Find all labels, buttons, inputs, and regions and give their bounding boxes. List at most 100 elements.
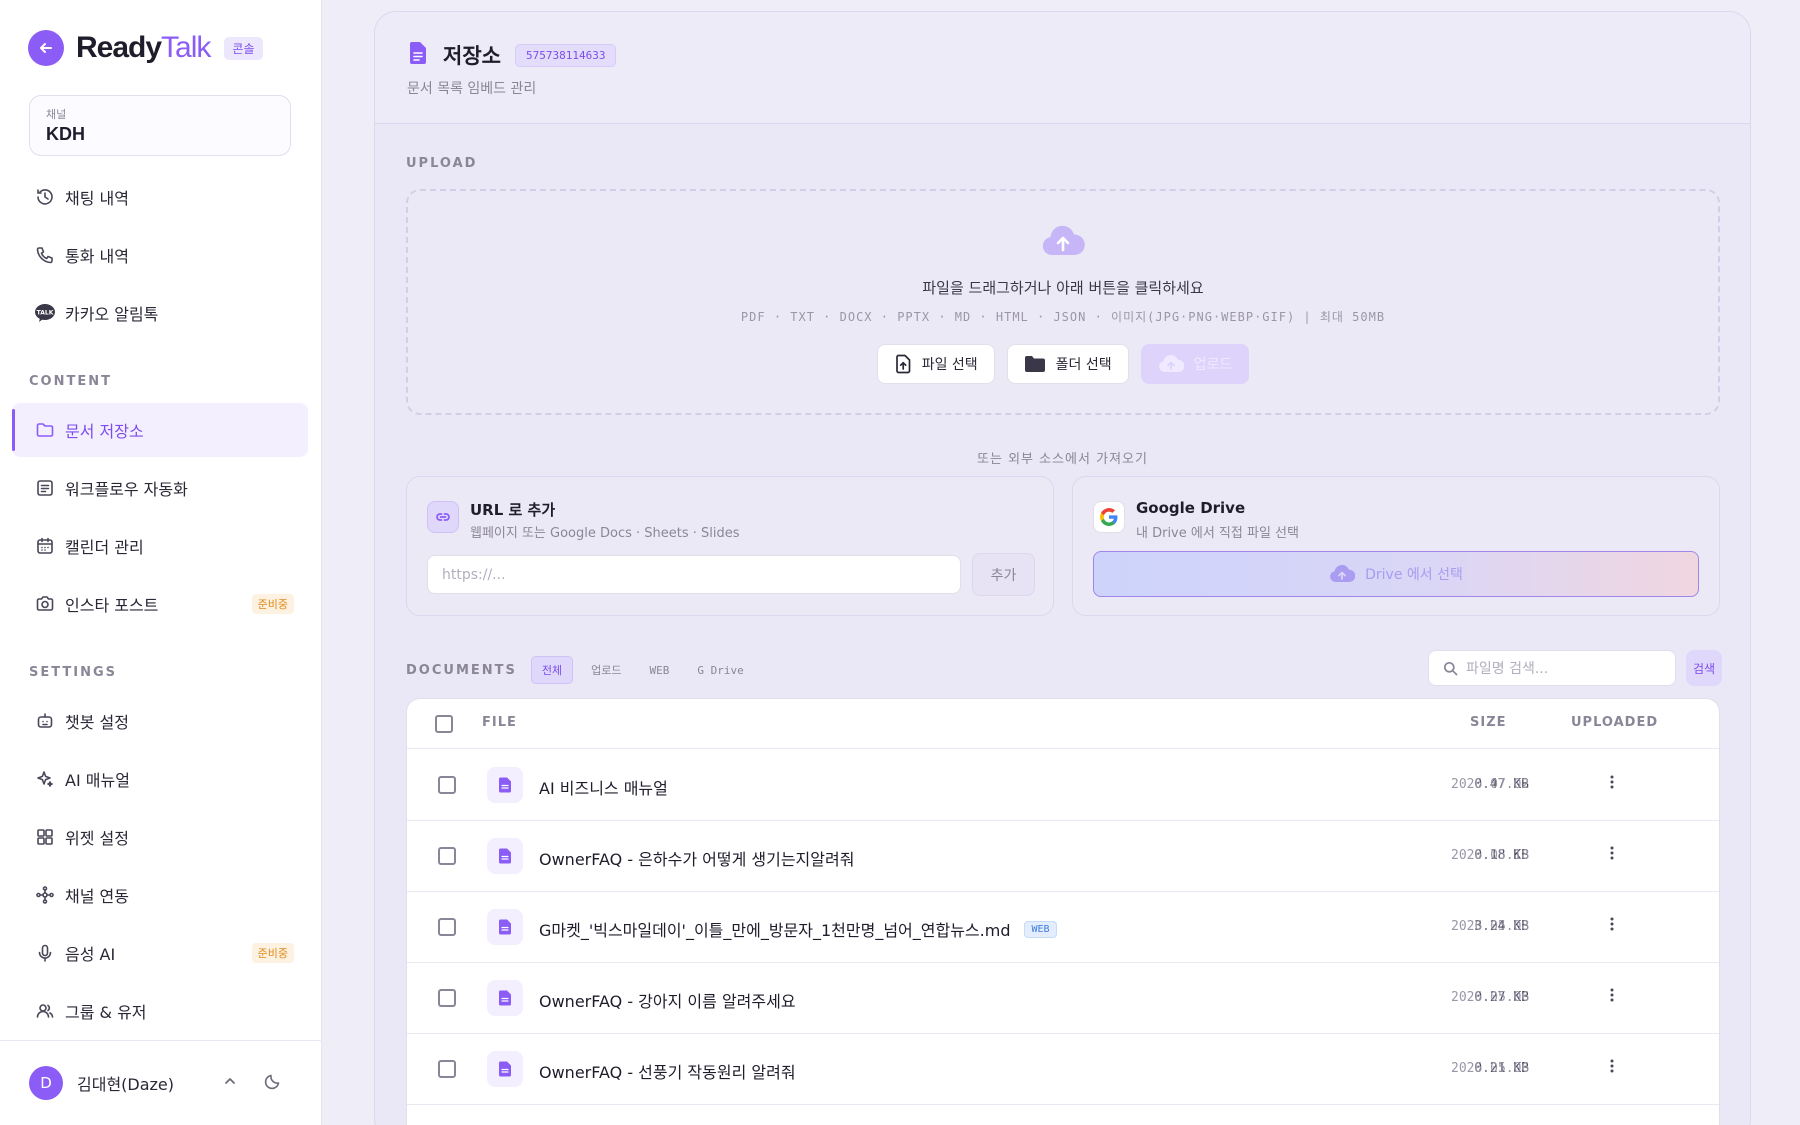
document-storage-panel: 저장소 575738114633 문서 목록 임베드 관리 UPLOAD 파일을… [374, 11, 1751, 1125]
file-name-cell[interactable]: G마켓_'빅스마일데이'_이틀_만에_방문자_1천만명_넘어_연합뉴스.md WE… [539, 917, 1057, 941]
camera-icon [34, 593, 56, 615]
table-row[interactable]: AI 비즈니스 매뉴얼 0.47 KB 2026.07.02 [407, 750, 1719, 821]
table-row[interactable]: G마켓_'빅스마일데이'_이틀_만에_방문자_1천만명_넘어_연합뉴스.md WE… [407, 892, 1719, 963]
bot-icon [34, 710, 56, 732]
filter-all[interactable]: 전체 [530, 656, 574, 684]
table-row[interactable]: OwnerFAQ - 선풍기 작동원리 알려줘 0.21 KB 2026.05.06 [407, 1034, 1719, 1105]
upload-button[interactable]: 업로드 [1140, 344, 1250, 384]
upload-date: 2026.05.18 [1451, 848, 1530, 863]
cloud-upload-icon [1041, 225, 1085, 263]
file-search-input[interactable]: 파일명 검색... [1428, 650, 1676, 686]
coming-soon-badge: 준비중 [251, 943, 294, 963]
sidebar-item-groups-users[interactable]: 그룹 & 유저 [12, 984, 308, 1038]
sidebar-item-ai-manual[interactable]: AI 매뉴얼 [12, 752, 308, 806]
user-profile[interactable]: D 김대현(Daze) [0, 1040, 322, 1125]
table-row[interactable]: OwnerFAQ - 강아지 이름 알려주세요 0.27 KB 2026.05.06 [407, 963, 1719, 1034]
back-button[interactable] [28, 30, 64, 66]
upload-date: 2026.05.06 [1451, 990, 1530, 1005]
select-all-checkbox[interactable] [435, 715, 453, 733]
upload-dropzone[interactable]: 파일을 드래그하거나 아래 버튼을 클릭하세요 PDF · TXT · DOCX… [406, 189, 1720, 415]
more-options-icon[interactable] [1609, 774, 1615, 790]
drive-select-label: Drive 에서 선택 [1365, 567, 1463, 583]
cloud-upload-icon [1329, 564, 1356, 584]
calendar-icon [34, 535, 56, 557]
sidebar-item-channel-integration[interactable]: 채널 연동 [12, 868, 308, 922]
sidebar-item-kakao[interactable]: TALK 카카오 알림톡 [12, 286, 308, 340]
sidebar-item-label: 카카오 알림톡 [65, 305, 159, 324]
more-options-icon[interactable] [1609, 987, 1615, 1003]
file-name: OwnerFAQ - 은하수가 어떻게 생기는지알려줘 [539, 850, 855, 869]
history-icon [34, 186, 56, 208]
sidebar-item-widget-settings[interactable]: 위젯 설정 [12, 810, 308, 864]
file-select-button[interactable]: 파일 선택 [876, 344, 995, 384]
sidebar-item-document-storage[interactable]: 문서 저장소 [12, 403, 308, 457]
filter-web[interactable]: WEB [640, 659, 680, 682]
external-source-divider: 또는 외부 소스에서 가져오기 [977, 452, 1148, 467]
sidebar-item-calendar[interactable]: 캘린더 관리 [12, 519, 308, 573]
file-name-cell[interactable]: OwnerFAQ - 은하수가 어떻게 생기는지알려줘 [539, 846, 854, 870]
upload-date: 2026.05.06 [1451, 1061, 1530, 1076]
sidebar-item-voice-ai[interactable]: 음성 AI 준비중 [12, 926, 308, 980]
document-icon [487, 909, 523, 945]
row-checkbox[interactable] [438, 1060, 456, 1078]
moon-icon[interactable] [264, 1072, 282, 1094]
sidebar-item-call-history[interactable]: 통화 내역 [12, 228, 308, 282]
filter-upload[interactable]: 업로드 [581, 657, 631, 683]
sidebar-item-label: 통화 내역 [65, 247, 129, 266]
channel-label: 채널 [46, 108, 67, 121]
file-name: AI 비즈니스 매뉴얼 [539, 779, 668, 798]
file-name: OwnerFAQ - 선풍기 작동원리 알려줘 [539, 1063, 796, 1082]
filter-gdrive[interactable]: G Drive [687, 659, 753, 682]
folder-select-label: 폴더 선택 [1055, 357, 1112, 373]
documents-table: FILE SIZE UPLOADED AI 비즈니스 매뉴얼 0.47 KB 202… [406, 698, 1720, 1125]
documents-toolbar: DOCUMENTS 전체 업로드 WEB G Drive 파일명 검색... 검… [406, 650, 1722, 688]
sidebar-item-workflow[interactable]: 워크플로우 자동화 [12, 461, 308, 515]
page-title: 저장소 [443, 44, 501, 68]
sidebar-item-label: 위젯 설정 [65, 829, 129, 848]
file-name-cell[interactable]: OwnerFAQ - 선풍기 작동원리 알려줘 [539, 1059, 796, 1083]
channel-selector[interactable]: 채널 KDH [29, 95, 291, 156]
sidebar-item-label: 챗봇 설정 [65, 713, 129, 732]
page-header: 저장소 575738114633 문서 목록 임베드 관리 [375, 12, 1750, 124]
avatar: D [29, 1066, 63, 1100]
more-options-icon[interactable] [1609, 1058, 1615, 1074]
row-checkbox[interactable] [438, 918, 456, 936]
url-input[interactable]: https://... [427, 555, 961, 594]
chevron-up-icon[interactable] [222, 1073, 238, 1093]
google-icon [1093, 501, 1125, 533]
document-icon [407, 41, 429, 69]
sidebar-item-instagram[interactable]: 인스타 포스트 준비중 [12, 577, 308, 631]
users-icon [34, 1000, 56, 1022]
search-placeholder: 파일명 검색... [1466, 661, 1549, 677]
sidebar-item-label: 캘린더 관리 [65, 538, 144, 557]
cloud-upload-icon [1158, 354, 1184, 374]
column-size: SIZE [1470, 715, 1507, 730]
document-icon [487, 1051, 523, 1087]
file-select-label: 파일 선택 [921, 357, 978, 373]
upload-section-label: UPLOAD [406, 156, 478, 171]
google-drive-source-card: Google Drive 내 Drive 에서 직접 파일 선택 Drive 에… [1072, 476, 1720, 616]
sidebar-item-chat-history[interactable]: 채팅 내역 [12, 170, 308, 224]
row-checkbox[interactable] [438, 776, 456, 794]
row-checkbox[interactable] [438, 989, 456, 1007]
drive-select-button[interactable]: Drive 에서 선택 [1093, 551, 1699, 597]
folder-select-button[interactable]: 폴더 선택 [1006, 344, 1129, 384]
more-options-icon[interactable] [1609, 916, 1615, 932]
table-row[interactable]: OwnerFAQ - 은하수가 어떻게 생기는지알려줘 0.18 KB 2026.0… [407, 821, 1719, 892]
dropzone-instruction: 파일을 드래그하거나 아래 버튼을 클릭하세요 [922, 279, 1204, 297]
supported-formats: PDF · TXT · DOCX · PPTX · MD · HTML · JS… [740, 310, 1386, 324]
more-options-icon[interactable] [1609, 845, 1615, 861]
sidebar: ReadyTalk 콘솔 채널 KDH 채팅 내역 통화 내역 TALK 카카오… [0, 0, 322, 1125]
document-icon [487, 838, 523, 874]
mic-icon [34, 942, 56, 964]
google-drive-title: Google Drive [1136, 499, 1246, 517]
row-checkbox[interactable] [438, 847, 456, 865]
user-name: 김대현(Daze) [77, 1075, 175, 1094]
file-name-cell[interactable]: OwnerFAQ - 강아지 이름 알려주세요 [539, 988, 796, 1012]
file-name: G마켓_'빅스마일데이'_이틀_만에_방문자_1천만명_넘어_연합뉴스.md [539, 921, 1011, 940]
search-button[interactable]: 검색 [1686, 650, 1722, 686]
coming-soon-badge: 준비중 [251, 594, 294, 614]
sidebar-item-chatbot-settings[interactable]: 챗봇 설정 [12, 694, 308, 748]
file-name-cell[interactable]: AI 비즈니스 매뉴얼 [539, 775, 668, 799]
add-url-button[interactable]: 추가 [972, 553, 1035, 596]
